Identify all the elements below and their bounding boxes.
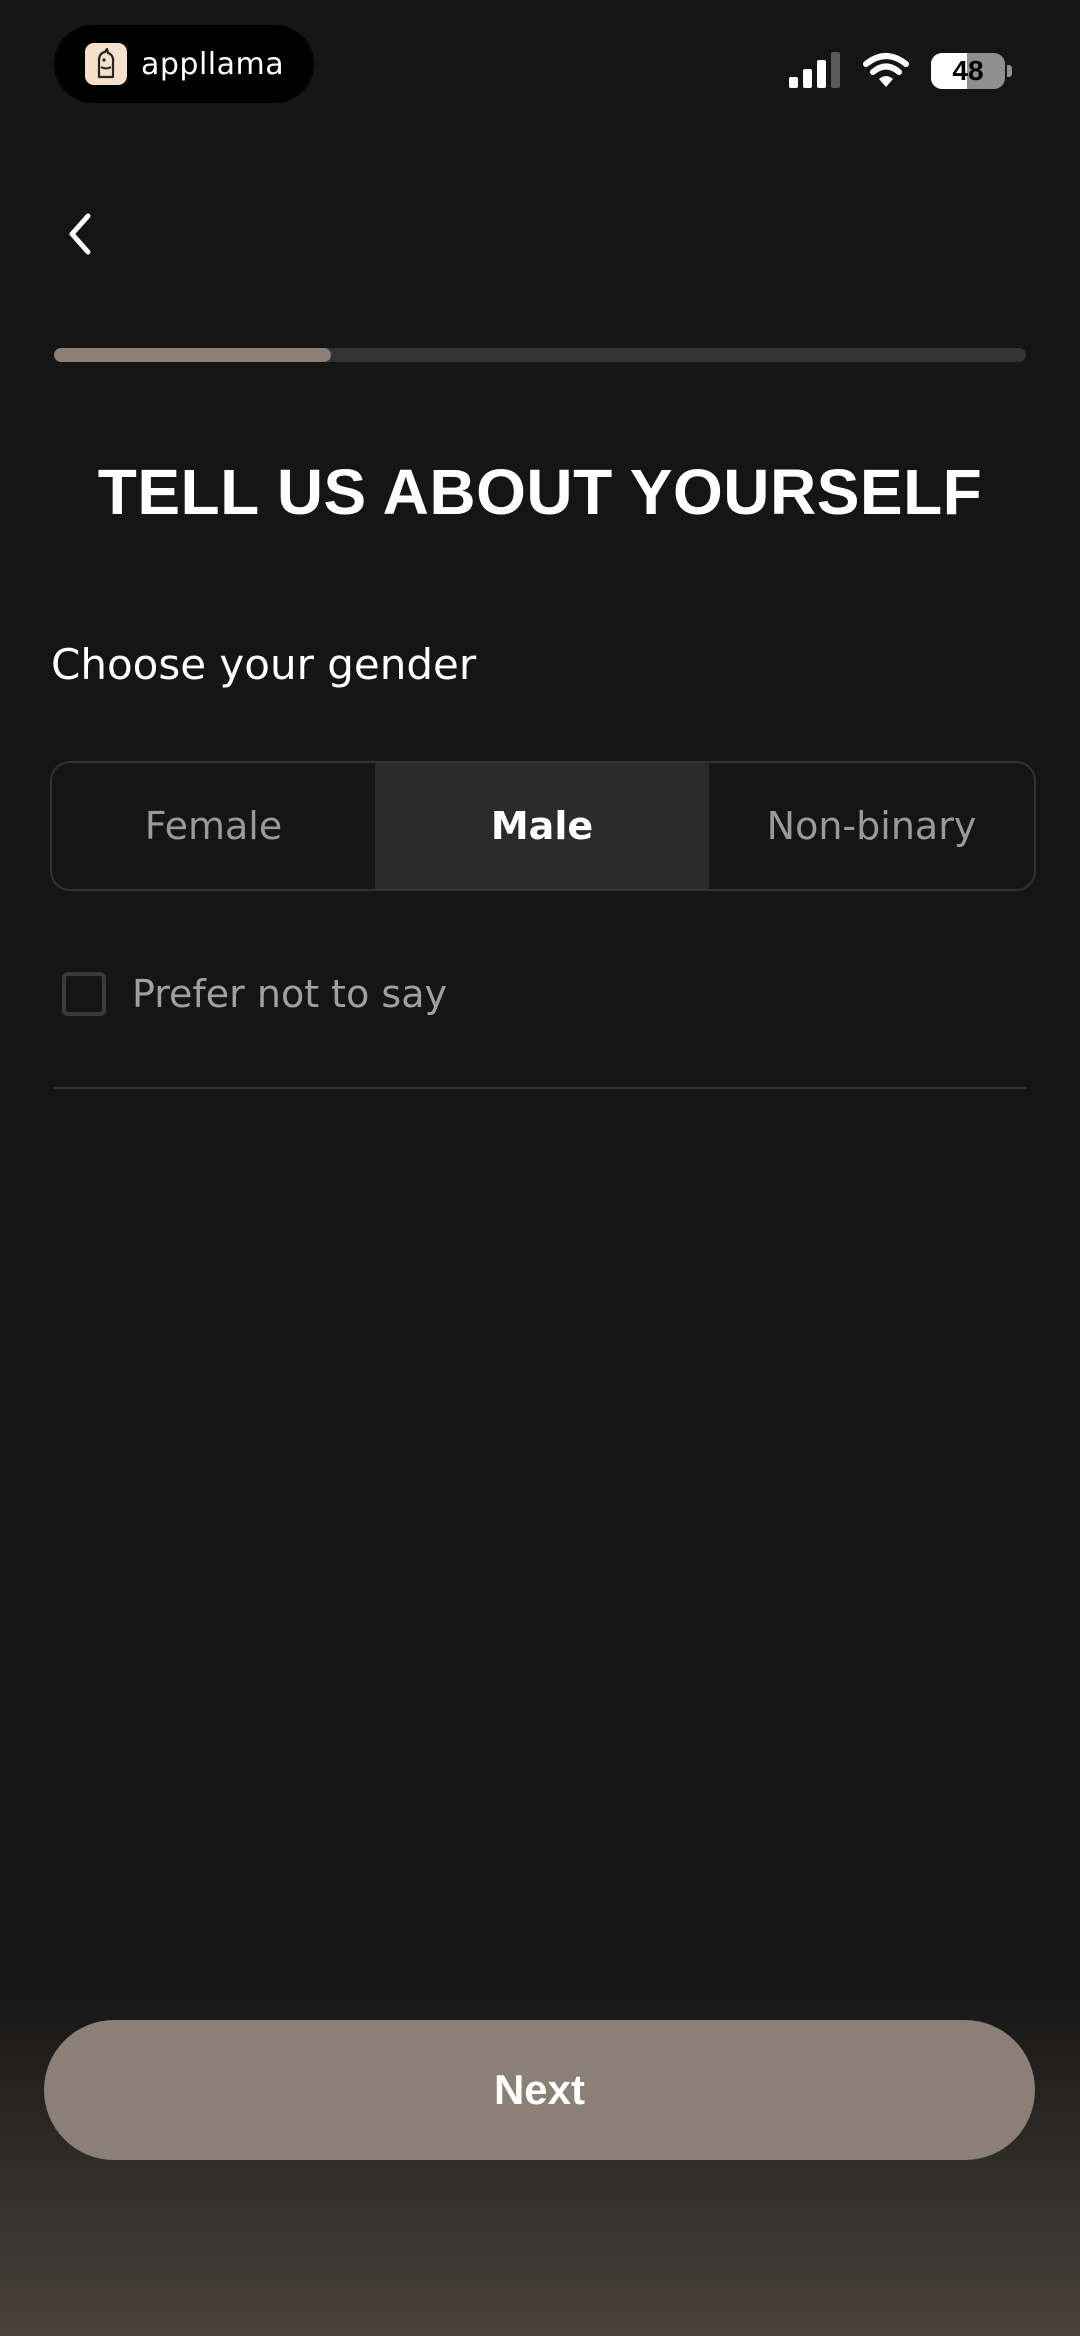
onboarding-progress-bar <box>54 348 1026 362</box>
status-bar: appllama 48 <box>0 0 1080 140</box>
gender-option-non-binary[interactable]: Non-binary <box>709 763 1034 889</box>
back-button[interactable] <box>52 206 108 262</box>
gender-label: Choose your gender <box>51 640 477 689</box>
gender-option-female[interactable]: Female <box>52 763 375 889</box>
battery-icon: 48 <box>931 53 1005 89</box>
progress-fill <box>54 348 332 362</box>
llama-logo-icon <box>85 43 127 85</box>
gender-option-male[interactable]: Male <box>375 763 709 889</box>
page-title: TELL US ABOUT YOURSELF <box>97 456 983 528</box>
battery-nub <box>1007 65 1012 77</box>
app-name: appllama <box>141 46 285 82</box>
prefer-not-to-say-row[interactable]: Prefer not to say <box>62 968 447 1020</box>
prefer-not-to-say-label: Prefer not to say <box>132 972 447 1016</box>
prefer-not-to-say-checkbox[interactable] <box>62 972 106 1016</box>
chevron-left-icon <box>69 213 91 255</box>
next-button[interactable]: Next <box>44 2020 1035 2160</box>
app-indicator-pill[interactable]: appllama <box>54 25 314 103</box>
divider <box>54 1087 1026 1089</box>
cellular-signal-icon <box>789 52 840 88</box>
gender-segmented-control: Female Male Non-binary <box>50 761 1036 891</box>
wifi-icon <box>863 53 909 87</box>
battery-level: 48 <box>952 55 984 86</box>
